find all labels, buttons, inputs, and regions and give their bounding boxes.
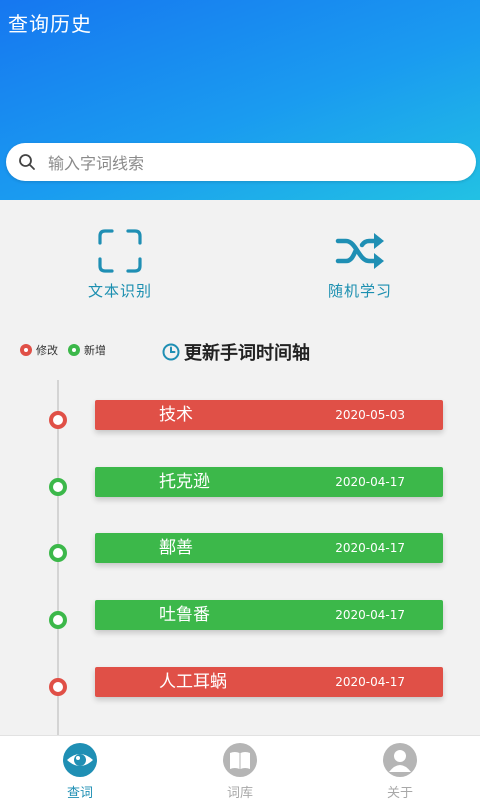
shuffle-icon	[335, 233, 384, 269]
legend: 修改 新增	[20, 342, 116, 358]
entry-word: 鄯善	[159, 538, 193, 558]
text-recognition-button[interactable]: 文本识别	[60, 228, 180, 301]
nav-label-lookup: 查词	[66, 786, 93, 801]
entry-date: 2020-04-17	[335, 675, 405, 689]
timeline-entry[interactable]: 人工耳蜗 2020-04-17	[95, 667, 443, 697]
user-icon	[383, 743, 417, 777]
timeline-dot	[49, 611, 67, 629]
scan-frame-icon	[98, 229, 142, 273]
entry-date: 2020-04-17	[335, 541, 405, 555]
timeline-dot	[49, 678, 67, 696]
timeline-entry[interactable]: 鄯善 2020-04-17	[95, 533, 443, 563]
timeline-dot	[49, 411, 67, 429]
modify-legend-dot	[20, 344, 32, 356]
timeline-entry[interactable]: 托克逊 2020-04-17	[95, 467, 443, 497]
bottom-nav: 查词 词库 关于	[0, 735, 480, 801]
timeline-dot	[49, 544, 67, 562]
clock-icon	[162, 343, 180, 361]
book-icon	[223, 743, 257, 777]
header: 查询历史	[0, 0, 480, 200]
modify-legend-label: 修改	[36, 344, 58, 357]
timeline-dot	[49, 478, 67, 496]
timeline-header: 更新手词时间轴	[162, 339, 310, 365]
text-recognition-label: 文本识别	[87, 282, 152, 300]
entry-word: 托克逊	[159, 472, 210, 492]
entry-word: 技术	[159, 405, 193, 425]
search-input[interactable]	[46, 143, 450, 183]
entry-date: 2020-05-03	[335, 408, 405, 422]
add-legend-dot	[68, 344, 80, 356]
nav-item-lookup[interactable]: 查词	[40, 742, 120, 801]
random-study-label: 随机学习	[327, 282, 392, 300]
entry-date: 2020-04-17	[335, 475, 405, 489]
timeline-entry[interactable]: 技术 2020-05-03	[95, 400, 443, 430]
page-title: 查询历史	[8, 12, 92, 36]
timeline-entry[interactable]: 吐鲁番 2020-04-17	[95, 600, 443, 630]
nav-item-about[interactable]: 关于	[360, 742, 440, 801]
entry-word: 吐鲁番	[159, 605, 210, 625]
nav-item-library[interactable]: 词库	[200, 742, 280, 801]
entry-word: 人工耳蜗	[159, 672, 227, 692]
eye-icon	[63, 743, 97, 777]
entry-date: 2020-04-17	[335, 608, 405, 622]
search-bar[interactable]	[6, 143, 476, 183]
random-study-button[interactable]: 随机学习	[300, 228, 420, 301]
search-icon	[19, 154, 35, 170]
nav-label-about: 关于	[386, 786, 413, 801]
timeline-title: 更新手词时间轴	[184, 343, 310, 364]
nav-label-library: 词库	[226, 786, 253, 801]
add-legend-label: 新增	[84, 344, 106, 357]
